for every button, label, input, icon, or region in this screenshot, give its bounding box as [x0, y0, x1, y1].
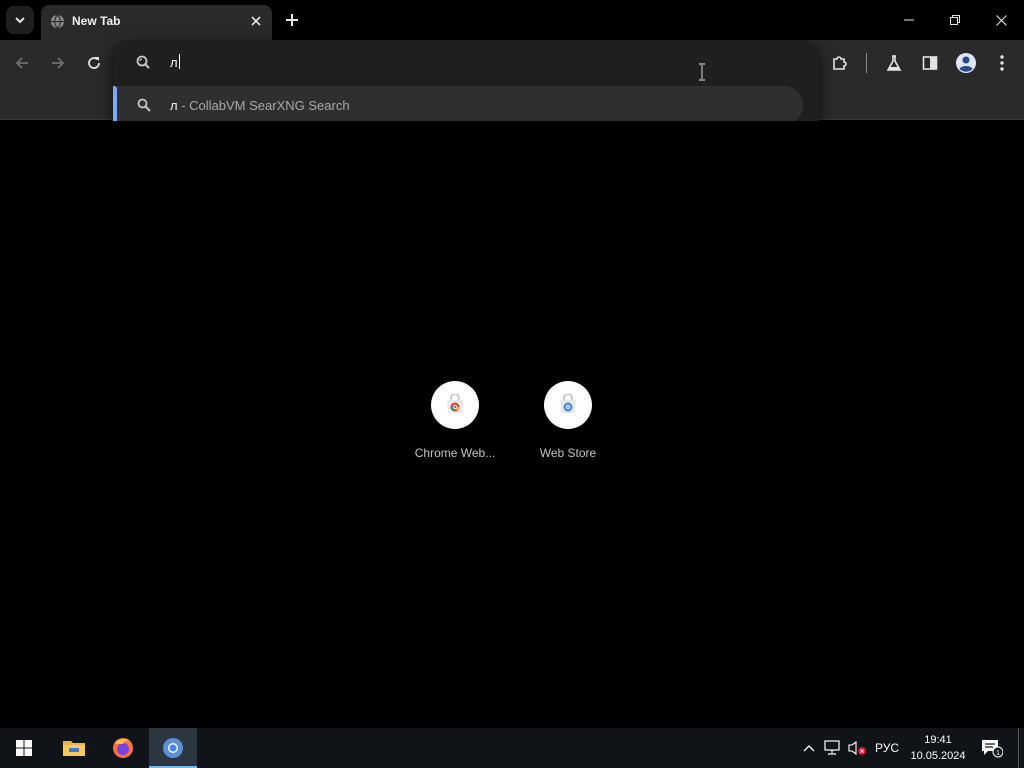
minimize-icon — [904, 19, 914, 21]
close-icon — [995, 14, 1007, 26]
window-close-button[interactable] — [978, 0, 1024, 40]
tab-title: New Tab — [72, 14, 121, 28]
toolbar-divider — [866, 53, 867, 73]
omnibox-text: л — [170, 54, 180, 70]
tab-strip: New Tab — [0, 0, 1024, 40]
network-icon — [824, 740, 840, 755]
chevron-up-icon — [803, 745, 815, 752]
notification-count: 1 — [996, 750, 1000, 757]
screen: New Tab л л - CollabVM SearXNG Search Ch… — [0, 0, 1024, 768]
shortcut-label: Chrome Web... — [414, 446, 496, 460]
omnibox-popup: л л - CollabVM SearXNG Search — [113, 40, 819, 132]
tab-close-button[interactable] — [247, 12, 265, 30]
taskbar: РУС 19:41 10.05.2024 1 — [0, 728, 1024, 768]
volume-muted-icon — [848, 740, 866, 756]
taskbar-chrome[interactable] — [149, 728, 197, 768]
new-tab-button[interactable] — [281, 9, 303, 31]
flask-icon — [886, 55, 902, 71]
close-icon — [251, 16, 261, 26]
searxng-icon — [136, 55, 150, 69]
tray-clock[interactable]: 19:41 10.05.2024 — [906, 732, 970, 764]
arrow-left-icon — [15, 57, 28, 69]
reload-icon — [88, 57, 100, 69]
taskbar-firefox[interactable] — [99, 728, 147, 768]
shortcut-icon-circle — [431, 381, 479, 429]
start-button[interactable] — [0, 728, 48, 768]
shortcut-icon-circle — [544, 381, 592, 429]
text-caret — [178, 54, 180, 69]
side-panel-button[interactable] — [917, 50, 943, 76]
omnibox-input[interactable]: л — [113, 40, 819, 84]
kebab-menu-icon — [1000, 55, 1004, 71]
omnibox-suggestion[interactable]: л - CollabVM SearXNG Search — [113, 86, 803, 125]
shortcut-web-store[interactable]: Web Store — [512, 380, 624, 480]
tray-volume[interactable] — [846, 738, 868, 758]
search-icon — [137, 98, 151, 112]
chevron-down-icon — [15, 17, 25, 24]
chrome-icon — [163, 738, 183, 758]
folder-icon — [63, 741, 85, 756]
tray-network[interactable] — [822, 738, 842, 758]
side-panel-icon — [922, 56, 938, 70]
puzzle-icon — [833, 56, 847, 70]
shortcut-chrome-web-store[interactable]: Chrome Web... — [399, 380, 511, 480]
taskbar-file-explorer[interactable] — [50, 728, 98, 768]
suggestion-query: л — [170, 98, 178, 113]
firefox-icon — [113, 738, 133, 758]
profile-button[interactable] — [953, 50, 979, 76]
selection-indicator — [113, 86, 117, 125]
suggestion-engine: CollabVM SearXNG Search — [189, 98, 350, 113]
minimize-button[interactable] — [886, 0, 932, 40]
notification-icon: 1 — [982, 740, 1003, 758]
tray-language[interactable]: РУС — [872, 738, 902, 758]
tab-new-tab[interactable]: New Tab — [41, 5, 272, 40]
restore-button[interactable] — [932, 0, 978, 40]
show-desktop-button[interactable] — [1018, 728, 1019, 768]
suggestion-text: л - CollabVM SearXNG Search — [170, 98, 350, 113]
arrow-right-icon — [52, 57, 65, 69]
shortcut-label: Web Store — [539, 446, 597, 460]
profile-icon — [956, 53, 976, 73]
back-button[interactable] — [9, 50, 35, 76]
clock-date: 10.05.2024 — [910, 750, 966, 762]
plus-icon — [286, 14, 298, 26]
new-tab-page: Chrome Web... Web Store — [0, 121, 1024, 728]
forward-button[interactable] — [45, 50, 71, 76]
menu-button[interactable] — [989, 50, 1015, 76]
restore-icon — [950, 15, 960, 25]
extensions-button[interactable] — [827, 50, 853, 76]
action-center-button[interactable]: 1 — [980, 738, 1004, 758]
labs-button[interactable] — [881, 50, 907, 76]
clock-time: 19:41 — [924, 734, 952, 746]
reload-button[interactable] — [81, 50, 107, 76]
web-store-icon — [447, 394, 463, 413]
tab-search-button[interactable] — [6, 6, 34, 34]
windows-logo-icon — [16, 740, 32, 756]
ibeam-cursor-icon — [699, 63, 705, 81]
globe-icon — [50, 14, 65, 29]
web-store-icon — [560, 394, 576, 413]
suggestion-separator: - — [177, 98, 190, 113]
tray-overflow-button[interactable] — [800, 738, 818, 758]
